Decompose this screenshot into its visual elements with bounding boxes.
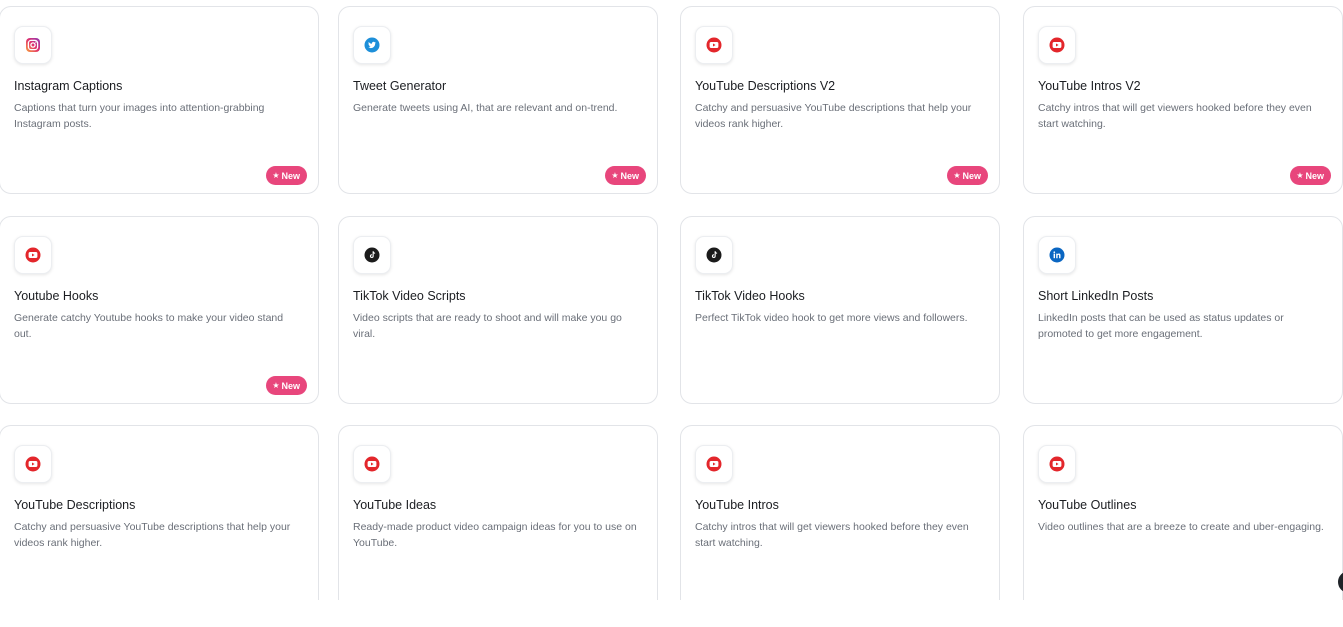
new-badge: ★ New [947, 166, 988, 185]
youtube-icon [14, 236, 52, 274]
card-title: YouTube Intros V2 [1038, 79, 1141, 93]
tool-card[interactable]: YouTube Intros Catchy intros that will ge… [680, 425, 1000, 600]
card-title: YouTube Descriptions [14, 498, 136, 512]
badge-label: New [281, 380, 300, 391]
tool-card[interactable]: Tweet Generator Generate tweets using AI,… [338, 6, 658, 194]
instagram-icon [14, 26, 52, 64]
twitter-icon [353, 26, 391, 64]
tiktok-icon [695, 236, 733, 274]
card-description: Catchy and persuasive YouTube descriptio… [14, 521, 291, 549]
card-title: Instagram Captions [14, 79, 123, 93]
card-description: Video scripts that are ready to shoot an… [353, 312, 622, 340]
star-icon: ★ [611, 170, 619, 180]
card-title: YouTube Descriptions V2 [695, 79, 836, 93]
badge-label: New [281, 170, 300, 181]
star-icon: ★ [953, 170, 961, 180]
star-icon: ★ [272, 380, 280, 390]
tool-card[interactable]: YouTube Outlines Video outlines that are … [1023, 425, 1343, 600]
badge-label: New [962, 170, 981, 181]
tool-card[interactable]: YouTube Intros V2 Catchy intros that will… [1023, 6, 1343, 194]
card-title: YouTube Intros [695, 498, 779, 512]
card-title: TikTok Video Hooks [695, 289, 805, 303]
card-description: Perfect TikTok video hook to get more vi… [695, 312, 968, 324]
tool-card[interactable]: TikTok Video Hooks Perfect TikTok video h… [680, 216, 1000, 404]
card-title: Short LinkedIn Posts [1038, 289, 1154, 303]
youtube-icon [695, 26, 733, 64]
star-icon: ★ [272, 170, 280, 180]
card-description: Captions that turn your images into atte… [14, 102, 265, 130]
tool-card[interactable]: Short LinkedIn Posts LinkedIn posts that … [1023, 216, 1343, 404]
tool-card[interactable]: Youtube Hooks Generate catchy Youtube hoo… [0, 216, 319, 404]
card-title: Tweet Generator [353, 79, 447, 93]
tiktok-icon [353, 236, 391, 274]
card-description: Ready-made product video campaign ideas … [353, 521, 637, 549]
card-description: Generate tweets using AI, that are relev… [353, 102, 618, 114]
card-description: Catchy and persuasive YouTube descriptio… [695, 102, 972, 130]
tool-card[interactable]: YouTube Descriptions Catchy and persuasiv… [0, 425, 319, 600]
card-description: LinkedIn posts that can be used as statu… [1038, 312, 1284, 340]
tool-card[interactable]: YouTube Ideas Ready-made product video ca… [338, 425, 658, 600]
card-title: YouTube Ideas [353, 498, 437, 512]
linkedin-icon [1038, 236, 1076, 274]
tool-card[interactable]: Instagram Captions Captions that turn you… [0, 6, 319, 194]
tools-grid: Instagram Captions Captions that turn you… [0, 0, 1343, 600]
youtube-icon [14, 445, 52, 483]
youtube-icon [353, 445, 391, 483]
tool-card[interactable]: TikTok Video Scripts Video scripts that a… [338, 216, 658, 404]
card-title: Youtube Hooks [14, 289, 99, 303]
card-description: Catchy intros that will get viewers hook… [1038, 102, 1312, 130]
card-title: YouTube Outlines [1038, 498, 1137, 512]
badge-label: New [620, 170, 639, 181]
tool-card[interactable]: YouTube Descriptions V2 Catchy and persua… [680, 6, 1000, 194]
new-badge: ★ New [605, 166, 646, 185]
badge-label: New [1305, 170, 1324, 181]
youtube-icon [1038, 26, 1076, 64]
card-title: TikTok Video Scripts [353, 289, 466, 303]
star-icon: ★ [1296, 170, 1304, 180]
card-description: Generate catchy Youtube hooks to make yo… [14, 312, 284, 340]
youtube-icon [1038, 445, 1076, 483]
youtube-icon [695, 445, 733, 483]
card-description: Catchy intros that will get viewers hook… [695, 521, 969, 549]
card-description: Video outlines that are a breeze to crea… [1038, 521, 1324, 533]
new-badge: ★ New [266, 166, 307, 185]
new-badge: ★ New [1290, 166, 1331, 185]
new-badge: ★ New [266, 376, 307, 395]
